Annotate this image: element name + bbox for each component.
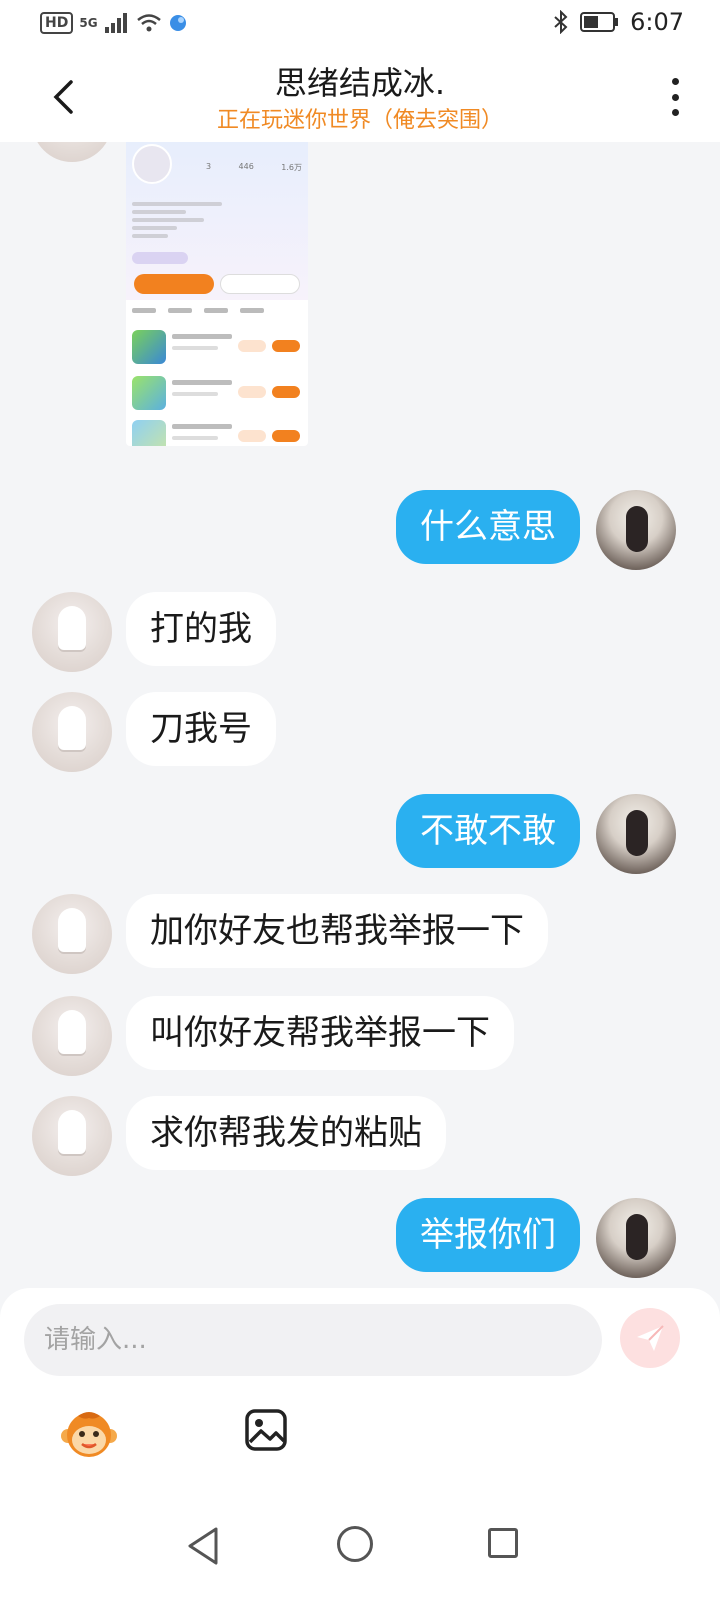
shared-image-game-row xyxy=(132,330,302,366)
message-bubble-incoming[interactable]: 打的我 xyxy=(126,592,276,666)
contact-avatar[interactable] xyxy=(32,142,112,162)
battery-icon xyxy=(580,12,619,32)
shared-image-game-row xyxy=(132,376,302,412)
wifi-icon xyxy=(136,14,161,32)
status-right: 6:07 xyxy=(552,8,684,36)
message-bubble-outgoing[interactable]: 不敢不敢 xyxy=(396,794,580,868)
message-input[interactable] xyxy=(24,1304,602,1376)
hd-badge: HD xyxy=(40,12,74,34)
message-bubble-incoming[interactable]: 叫你好友帮我举报一下 xyxy=(126,996,514,1070)
message-list[interactable]: 3 446 1.6万 什么意思 打的我 刀我号 不敢不敢 加你好友也帮我举报一下… xyxy=(0,142,720,1312)
user-avatar[interactable] xyxy=(596,1198,676,1278)
stat-value: 3 xyxy=(206,162,212,171)
status-bar: HD 5G 6:07 xyxy=(0,0,720,50)
contact-avatar[interactable] xyxy=(32,894,112,974)
contact-avatar[interactable] xyxy=(32,592,112,672)
contact-status[interactable]: 正在玩迷你世界（俺去突围） xyxy=(0,102,720,134)
stat-value: 446 xyxy=(238,162,254,171)
message-composer xyxy=(0,1288,720,1496)
system-navigation-bar xyxy=(0,1496,720,1600)
send-button[interactable] xyxy=(620,1308,680,1368)
contact-avatar[interactable] xyxy=(32,1096,112,1176)
stat-value: 1.6万 xyxy=(281,163,302,172)
more-dot-icon xyxy=(671,93,679,101)
message-bubble-incoming[interactable]: 刀我号 xyxy=(126,692,276,766)
contact-avatar[interactable] xyxy=(32,996,112,1076)
contact-name: 思绪结成冰. xyxy=(274,64,446,102)
image-icon xyxy=(245,1409,287,1451)
signal-icon xyxy=(104,13,127,33)
status-left: HD 5G xyxy=(40,12,188,34)
shared-image-text xyxy=(132,202,222,242)
monkey-face-icon xyxy=(61,1412,117,1457)
contact-avatar[interactable] xyxy=(32,692,112,772)
shared-image-message-btn xyxy=(220,274,300,294)
user-avatar[interactable] xyxy=(596,490,676,570)
nav-home-icon[interactable] xyxy=(337,1526,373,1562)
clock: 6:07 xyxy=(630,8,684,36)
send-icon xyxy=(637,1325,664,1351)
emoji-button[interactable] xyxy=(60,1406,118,1464)
shared-image-tabs xyxy=(132,308,302,318)
more-dot-icon xyxy=(671,78,679,85)
shared-image-follow xyxy=(134,274,214,294)
user-avatar[interactable] xyxy=(596,794,676,874)
shared-image-message[interactable]: 3 446 1.6万 xyxy=(126,142,308,446)
more-options-button[interactable] xyxy=(660,74,690,120)
shared-image-stats: 3 446 1.6万 xyxy=(206,162,302,173)
network-type: 5G xyxy=(79,16,98,30)
message-bubble-incoming[interactable]: 求你帮我发的粘贴 xyxy=(126,1096,446,1170)
message-bubble-outgoing[interactable]: 什么意思 xyxy=(396,490,580,564)
app-notification-icon xyxy=(169,15,186,31)
shared-image-game-row xyxy=(132,420,302,446)
nav-recents-icon[interactable] xyxy=(488,1528,518,1558)
bluetooth-icon xyxy=(554,10,568,34)
nav-back-icon[interactable] xyxy=(186,1526,222,1566)
shared-image-avatar xyxy=(132,144,172,184)
chat-header: 思绪结成冰. 正在玩迷你世界（俺去突围） xyxy=(0,50,720,142)
message-bubble-incoming[interactable]: 加你好友也帮我举报一下 xyxy=(126,894,548,968)
message-bubble-outgoing[interactable]: 举报你们 xyxy=(396,1198,580,1272)
image-picker-button[interactable] xyxy=(244,1408,288,1452)
shared-image-tag xyxy=(132,252,188,264)
more-dot-icon xyxy=(671,109,679,116)
